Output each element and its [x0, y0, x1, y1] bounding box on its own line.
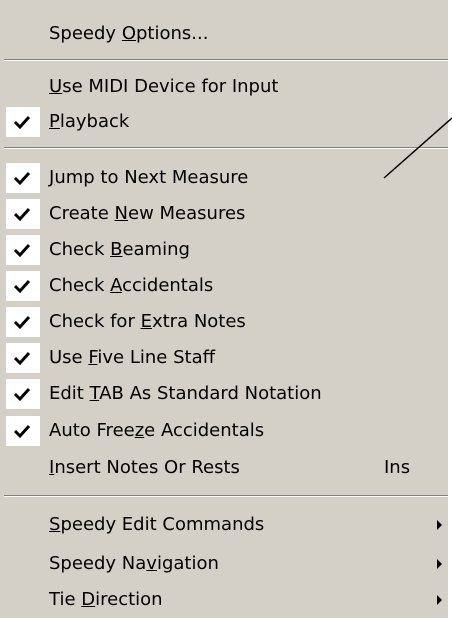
checkmark-icon [6, 199, 40, 229]
shortcut-label: Ins [384, 457, 411, 478]
menu-item-label: Speedy Options... [49, 23, 209, 44]
submenu-arrow-icon [437, 595, 442, 605]
menu-right-edge [448, 0, 452, 618]
menu-separator [4, 59, 452, 61]
menu-item-label: Check Accidentals [49, 275, 214, 296]
menu-item-label: Edit TAB As Standard Notation [49, 383, 322, 404]
menu-item-speedy-options[interactable]: Speedy Options... [0, 16, 452, 52]
submenu-arrow-icon [437, 559, 442, 569]
menu-item-label: Jump to Next Measure [49, 167, 249, 188]
menu-item-insert-notes-or-rests[interactable]: Insert Notes Or Rests Ins [0, 450, 452, 486]
checkmark-icon [6, 307, 40, 337]
menu-item-playback[interactable]: Playback [0, 104, 452, 140]
menu-item-speedy-navigation[interactable]: Speedy Navigation [0, 546, 452, 582]
menu-item-label: Speedy Navigation [49, 553, 219, 574]
checkmark-icon [6, 379, 40, 409]
menu-item-check-beaming[interactable]: Check Beaming [0, 232, 452, 268]
menu-item-label: Auto Freeze Accidentals [49, 420, 265, 441]
menu-item-check-accidentals[interactable]: Check Accidentals [0, 268, 452, 304]
menu-item-label: Create New Measures [49, 203, 246, 224]
menu-item-edit-tab-as-standard[interactable]: Edit TAB As Standard Notation [0, 376, 452, 412]
menu-item-auto-freeze-accidentals[interactable]: Auto Freeze Accidentals [0, 413, 452, 449]
menu-item-label: Check Beaming [49, 239, 190, 260]
checkmark-icon [6, 107, 40, 137]
menu-item-jump-to-next-measure[interactable]: Jump to Next Measure [0, 160, 452, 196]
menu-item-label: Use MIDI Device for Input [49, 76, 279, 97]
checkmark-icon [6, 416, 40, 446]
menu-item-check-extra-notes[interactable]: Check for Extra Notes [0, 304, 452, 340]
menu-item-speedy-edit-commands[interactable]: Speedy Edit Commands [0, 507, 452, 543]
menu-item-label: Use Five Line Staff [49, 347, 216, 368]
menu-item-label: Tie Direction [49, 589, 163, 610]
menu-item-use-midi-device[interactable]: Use MIDI Device for Input [0, 69, 452, 105]
menu-item-tie-direction[interactable]: Tie Direction [0, 582, 452, 618]
submenu-arrow-icon [437, 520, 442, 530]
menu-separator [4, 495, 452, 497]
menu-item-label: Insert Notes Or Rests [49, 457, 240, 478]
checkmark-icon [6, 271, 40, 301]
menu-item-label: Playback [49, 111, 130, 132]
menu-item-label: Speedy Edit Commands [49, 514, 265, 535]
menu-separator [4, 147, 452, 149]
menu-item-use-five-line-staff[interactable]: Use Five Line Staff [0, 340, 452, 376]
menu-item-label: Check for Extra Notes [49, 311, 246, 332]
checkmark-icon [6, 235, 40, 265]
checkmark-icon [6, 163, 40, 193]
menu-item-create-new-measures[interactable]: Create New Measures [0, 196, 452, 232]
context-menu: Speedy Options... Use MIDI Device for In… [0, 0, 452, 618]
checkmark-icon [6, 343, 40, 373]
